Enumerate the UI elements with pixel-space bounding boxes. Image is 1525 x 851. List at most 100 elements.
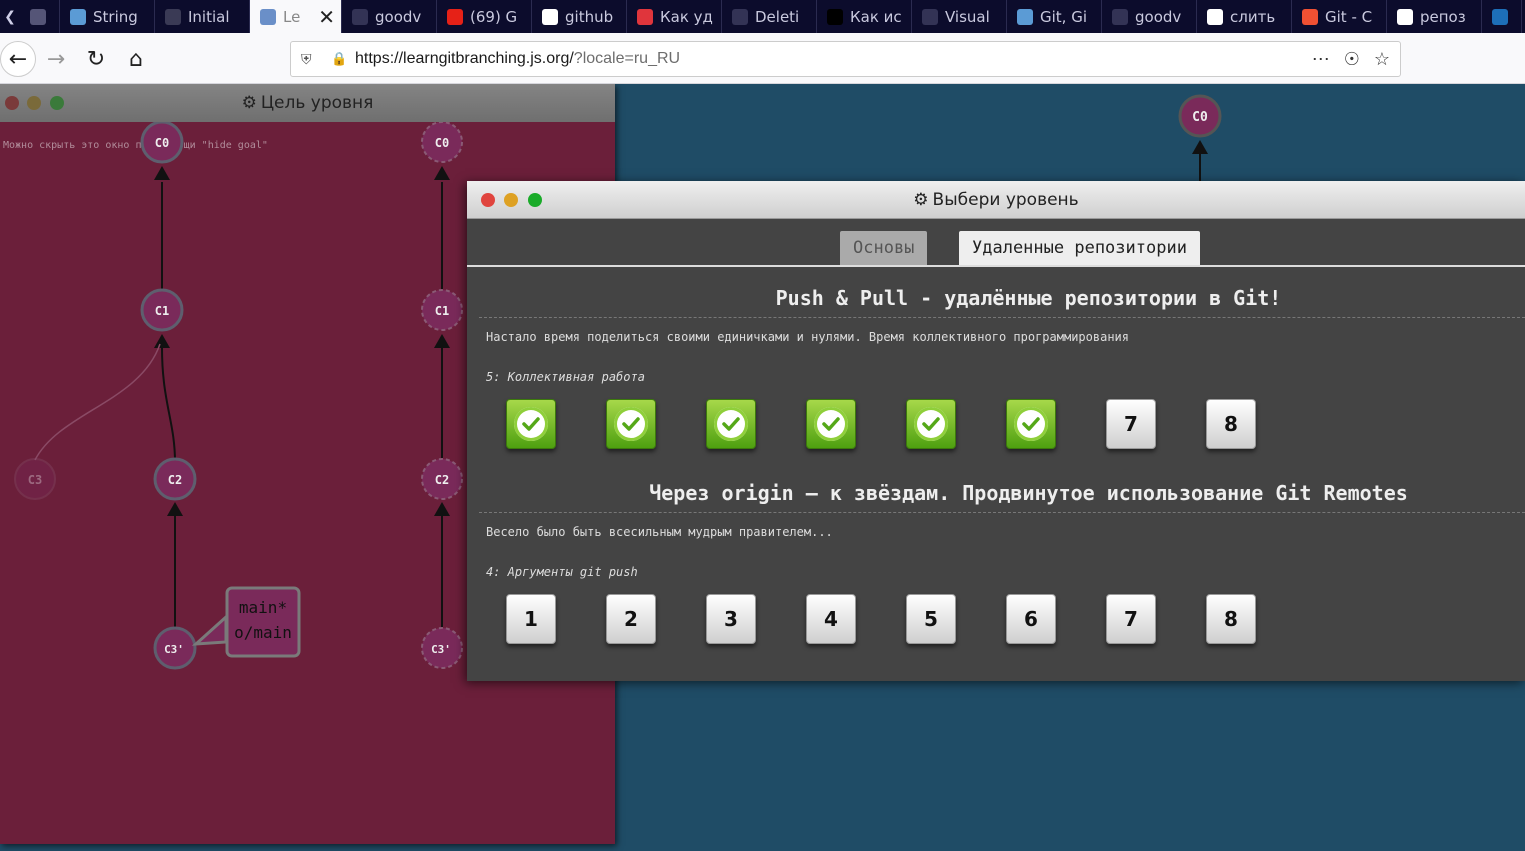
browser-tab[interactable]: Git, Gi	[1007, 0, 1102, 33]
tab-scroll-left-icon[interactable]: ❮	[0, 0, 20, 33]
section-progress: 4: Аргументы git push	[486, 565, 638, 579]
checkmark-icon	[914, 407, 948, 441]
maximize-window-icon[interactable]	[50, 96, 64, 110]
browser-tab[interactable]: (69) G	[437, 0, 532, 33]
maximize-window-icon[interactable]	[528, 193, 542, 207]
minimize-window-icon[interactable]	[504, 193, 518, 207]
forward-arrow-icon[interactable]: →	[38, 41, 74, 77]
level-number: 4	[824, 607, 838, 631]
tab-favicon-icon	[70, 8, 86, 25]
level-number: 7	[1124, 412, 1138, 436]
browser-tab[interactable]: слить	[1197, 0, 1292, 33]
browser-tab[interactable]	[1482, 0, 1522, 33]
tab-favicon-icon	[732, 8, 748, 25]
tab-favicon-icon	[922, 8, 938, 25]
browser-tab[interactable]: бе	[20, 0, 60, 33]
browser-tab[interactable]: Initial	[155, 0, 250, 33]
close-window-icon[interactable]	[5, 96, 19, 110]
level-button[interactable]: 7	[1106, 594, 1156, 644]
tab-favicon-icon	[1112, 8, 1128, 25]
close-window-icon[interactable]	[481, 193, 495, 207]
level-number: 8	[1224, 607, 1238, 631]
level-button[interactable]: 1	[506, 594, 556, 644]
level-number: 1	[524, 607, 538, 631]
tab-remote-repositories[interactable]: Удаленные репозитории	[959, 231, 1200, 265]
goal-window-title: Цель уровня	[260, 93, 374, 113]
lock-icon[interactable]: 🔒	[331, 51, 347, 67]
tab-basics[interactable]: Основы	[840, 231, 928, 265]
home-icon[interactable]: ⌂	[118, 41, 154, 77]
level-button[interactable]: 8	[1206, 594, 1256, 644]
level-button-solved[interactable]	[506, 399, 556, 449]
tab-bar: ❮ бе String Initial Le ✕ goodv (69) G github Как…	[0, 0, 1525, 33]
level-picker-tabs: Основы Удаленные репозитории	[467, 219, 1525, 267]
browser-tab[interactable]: Как уд	[627, 0, 722, 33]
browser-tab[interactable]: Deleti	[722, 0, 817, 33]
tab-title: Deleti	[755, 7, 800, 26]
level-row: 1 2 3 4 5 6 7 8	[506, 594, 1256, 644]
level-button-solved[interactable]	[606, 399, 656, 449]
close-tab-icon[interactable]: ✕	[312, 5, 335, 29]
level-button[interactable]: 2	[606, 594, 656, 644]
address-bar[interactable]: ⛨ 🔒 https://learngitbranching.js.org/ ?l…	[290, 41, 1401, 77]
level-button[interactable]: 4	[806, 594, 856, 644]
commit-label: C0	[435, 136, 449, 150]
branch-label-main: main*	[239, 598, 287, 617]
commit-label: C3'	[164, 643, 184, 656]
minimize-window-icon[interactable]	[27, 96, 41, 110]
level-number: 2	[624, 607, 638, 631]
level-button[interactable]: 8	[1206, 399, 1256, 449]
reload-icon[interactable]: ↻	[78, 41, 114, 77]
tab-title: (69) G	[470, 7, 518, 26]
shield-icon[interactable]: ⛨	[301, 51, 317, 68]
tab-favicon-icon	[30, 8, 46, 25]
level-button-solved[interactable]	[706, 399, 756, 449]
section-progress: 5: Коллективная работа	[486, 370, 645, 384]
branch-arrow	[191, 613, 228, 646]
browser-tab[interactable]: goodv	[342, 0, 437, 33]
checkmark-icon	[614, 407, 648, 441]
section-title: Push & Pull - удалённые репозитории в Gi…	[775, 286, 1282, 310]
section-description: Весело было быть всесильным мудрым прави…	[486, 525, 833, 539]
level-button[interactable]: 7	[1106, 399, 1156, 449]
level-button[interactable]: 3	[706, 594, 756, 644]
checkmark-icon	[714, 407, 748, 441]
tab-title: Git - C	[1325, 7, 1373, 26]
tab-favicon-icon	[165, 8, 181, 25]
level-number: 6	[1024, 607, 1038, 631]
url-path: ?locale=ru_RU	[573, 50, 681, 67]
level-button-solved[interactable]	[806, 399, 856, 449]
browser-tab[interactable]: github	[532, 0, 627, 33]
level-button[interactable]: 5	[906, 594, 956, 644]
level-button-solved[interactable]	[906, 399, 956, 449]
browser-tab[interactable]: Le ✕	[250, 0, 342, 33]
tab-title: Le	[283, 7, 301, 26]
tab-favicon-icon	[1302, 8, 1318, 25]
level-picker-title: Выбери уровень	[932, 189, 1079, 210]
tab-title: слить	[1230, 7, 1276, 26]
tab-title: String	[93, 7, 138, 26]
checkmark-icon	[514, 407, 548, 441]
level-button-solved[interactable]	[1006, 399, 1056, 449]
bookmark-star-icon[interactable]: ☆	[1374, 49, 1390, 70]
browser-tab[interactable]: репоз	[1387, 0, 1482, 33]
browser-tab[interactable]: Git - C	[1292, 0, 1387, 33]
commit-label: C3'	[431, 643, 451, 656]
browser-tab[interactable]: String	[60, 0, 155, 33]
pocket-icon[interactable]: ☉	[1344, 49, 1360, 70]
browser-tab[interactable]: goodv	[1102, 0, 1197, 33]
commit-label: C2	[435, 473, 449, 487]
tab-title: Git, Gi	[1040, 7, 1087, 26]
tab-favicon-icon	[637, 8, 653, 25]
level-picker-titlebar: ⚙ Выбери уровень	[467, 181, 1525, 219]
tab-title: goodv	[375, 7, 422, 26]
level-button[interactable]: 6	[1006, 594, 1056, 644]
goal-window-titlebar: ⚙ Цель уровня	[0, 84, 615, 122]
browser-tab[interactable]: Visual	[912, 0, 1007, 33]
back-arrow-icon[interactable]: ←	[0, 41, 36, 77]
tab-favicon-icon	[542, 8, 558, 25]
tab-title: Как ис	[850, 7, 902, 26]
browser-tab[interactable]: Как ис	[817, 0, 912, 33]
commit-label: C0	[155, 136, 169, 150]
more-actions-icon[interactable]: ⋯	[1312, 49, 1330, 70]
